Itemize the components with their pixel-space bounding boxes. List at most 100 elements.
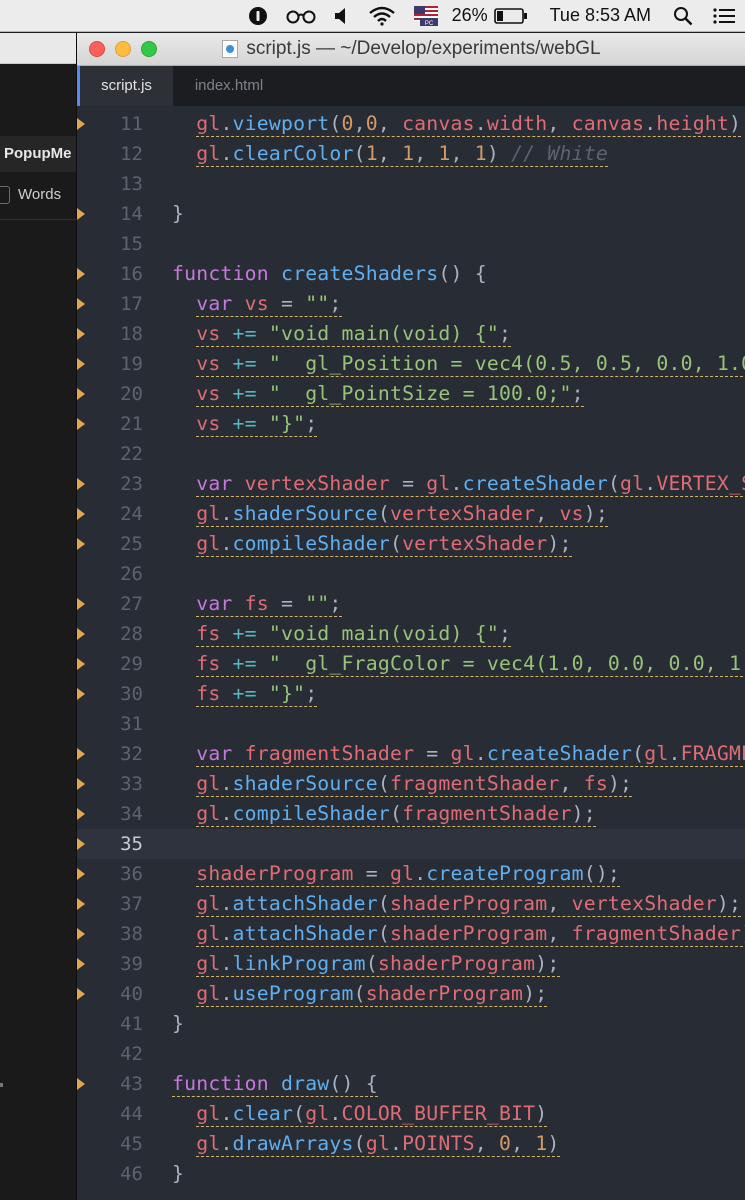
code-text: var fs = "";	[172, 589, 342, 619]
fold-arrow-icon[interactable]	[77, 928, 85, 940]
code-line[interactable]: 45 gl.drawArrays(gl.POINTS, 0, 1)	[77, 1129, 745, 1159]
code-line[interactable]: 31	[77, 709, 745, 739]
code-token: .	[220, 952, 233, 975]
words-label: Words	[18, 186, 62, 203]
code-token: gl	[426, 472, 451, 495]
code-line[interactable]: 26	[77, 559, 745, 589]
code-line[interactable]: 30 fs += "}";	[77, 679, 745, 709]
code-line[interactable]: 18 vs += "void main(void) {";	[77, 319, 745, 349]
spotlight-search-icon[interactable]	[673, 6, 693, 26]
fold-arrow-icon[interactable]	[77, 208, 85, 220]
code-line[interactable]: 39 gl.linkProgram(shaderProgram);	[77, 949, 745, 979]
code-line[interactable]: 14}	[77, 199, 745, 229]
code-line[interactable]: 23 var vertexShader = gl.createShader(gl…	[77, 469, 745, 499]
fold-arrow-icon[interactable]	[77, 898, 85, 910]
code-token: +=	[220, 382, 269, 405]
code-line[interactable]: 24 gl.shaderSource(vertexShader, vs);	[77, 499, 745, 529]
window-titlebar[interactable]: script.js — ~/Develop/experiments/webGL	[77, 33, 745, 66]
fold-arrow-icon[interactable]	[77, 418, 85, 430]
code-line[interactable]: 29 fs += " gl_FragColor = vec4(1.0, 0.0,…	[77, 649, 745, 679]
fold-arrow-icon[interactable]	[77, 778, 85, 790]
tab-index-html[interactable]: index.html	[173, 66, 285, 106]
code-token: )	[547, 1132, 560, 1155]
code-line[interactable]: 27 var fs = "";	[77, 589, 745, 619]
code-line[interactable]: 37 gl.attachShader(shaderProgram, vertex…	[77, 889, 745, 919]
code-token: .	[644, 112, 657, 135]
code-token: gl	[450, 742, 475, 765]
fold-arrow-icon[interactable]	[77, 628, 85, 640]
code-line[interactable]: 46}	[77, 1159, 745, 1189]
fold-arrow-icon[interactable]	[77, 838, 85, 850]
fold-arrow-icon[interactable]	[77, 328, 85, 340]
fold-arrow-icon[interactable]	[77, 688, 85, 700]
code-line[interactable]: 19 vs += " gl_Position = vec4(0.5, 0.5, …	[77, 349, 745, 379]
code-line[interactable]: 32 var fragmentShader = gl.createShader(…	[77, 739, 745, 769]
fold-arrow-icon[interactable]	[77, 808, 85, 820]
fold-arrow-icon[interactable]	[77, 268, 85, 280]
code-line[interactable]: 41}	[77, 1009, 745, 1039]
code-line[interactable]: 33 gl.shaderSource(fragmentShader, fs);	[77, 769, 745, 799]
line-number: 14	[120, 203, 143, 225]
editor-window: script.js — ~/Develop/experiments/webGL …	[76, 33, 745, 1200]
popup-menu-button[interactable]: PopupMe	[0, 136, 78, 172]
code-token: gl	[196, 802, 221, 825]
code-line[interactable]: 20 vs += " gl_PointSize = 100.0;";	[77, 379, 745, 409]
fold-arrow-icon[interactable]	[77, 388, 85, 400]
code-line[interactable]: 44 gl.clear(gl.COLOR_BUFFER_BIT)	[77, 1099, 745, 1129]
code-text: function createShaders() {	[172, 259, 487, 289]
code-token: ,	[547, 892, 572, 915]
volume-icon[interactable]	[334, 7, 350, 25]
words-checkbox[interactable]	[0, 186, 10, 204]
code-line[interactable]: 17 var vs = "";	[77, 289, 745, 319]
code-token: var	[196, 592, 245, 615]
code-line[interactable]: 35	[77, 829, 745, 859]
fold-arrow-icon[interactable]	[77, 658, 85, 670]
code-line[interactable]: 25 gl.compileShader(vertexShader);	[77, 529, 745, 559]
code-line[interactable]: 42	[77, 1039, 745, 1069]
code-text: vs += "}";	[172, 409, 318, 439]
code-line[interactable]: 21 vs += "}";	[77, 409, 745, 439]
fold-arrow-icon[interactable]	[77, 1078, 85, 1090]
fold-arrow-icon[interactable]	[77, 298, 85, 310]
code-line[interactable]: 28 fs += "void main(void) {";	[77, 619, 745, 649]
fold-arrow-icon[interactable]	[77, 988, 85, 1000]
fold-arrow-icon[interactable]	[77, 748, 85, 760]
words-checkbox-row[interactable]: Words	[0, 179, 78, 211]
fold-arrow-icon[interactable]	[77, 538, 85, 550]
code-line[interactable]: 15	[77, 229, 745, 259]
code-token: (	[353, 142, 366, 165]
code-line[interactable]: 12 gl.clearColor(1, 1, 1, 1) // White	[77, 139, 745, 169]
code-line[interactable]: 11 gl.viewport(0,0, canvas.width, canvas…	[77, 109, 745, 139]
fold-arrow-icon[interactable]	[77, 598, 85, 610]
code-line[interactable]: 38 gl.attachShader(shaderProgram, fragme…	[77, 919, 745, 949]
code-text: gl.attachShader(shaderProgram, vertexSha…	[172, 889, 742, 919]
battery-icon[interactable]	[493, 7, 528, 24]
fold-arrow-icon[interactable]	[77, 958, 85, 970]
fold-arrow-icon[interactable]	[77, 508, 85, 520]
code-text: function draw() {	[172, 1069, 378, 1099]
code-token: .	[474, 742, 487, 765]
code-line[interactable]: 36 shaderProgram = gl.createProgram();	[77, 859, 745, 889]
notification-center-icon[interactable]	[713, 7, 735, 25]
window-title-wrap: script.js — ~/Develop/experiments/webGL	[77, 33, 745, 65]
fold-arrow-icon[interactable]	[77, 118, 85, 130]
code-line[interactable]: 13	[77, 169, 745, 199]
fold-arrow-icon[interactable]	[77, 868, 85, 880]
glasses-icon[interactable]	[286, 8, 316, 24]
code-token: vertexShader	[402, 532, 548, 555]
code-line[interactable]: 43 function draw() {	[77, 1069, 745, 1099]
code-line[interactable]: 34 gl.compileShader(fragmentShader);	[77, 799, 745, 829]
clock[interactable]: Tue 8:53 AM	[550, 5, 651, 26]
input-source-flag-icon[interactable]: PC	[413, 5, 438, 26]
code-editor[interactable]: 11 gl.viewport(0,0, canvas.width, canvas…	[77, 106, 745, 1200]
tab-script-js[interactable]: script.js	[77, 66, 173, 106]
fold-arrow-icon[interactable]	[77, 358, 85, 370]
code-line[interactable]: 22	[77, 439, 745, 469]
password-manager-icon[interactable]	[248, 6, 268, 26]
fold-arrow-icon[interactable]	[77, 478, 85, 490]
code-line[interactable]: 40 gl.useProgram(shaderProgram);	[77, 979, 745, 1009]
code-line[interactable]: 16 function createShaders() {	[77, 259, 745, 289]
wifi-icon[interactable]	[368, 6, 396, 26]
